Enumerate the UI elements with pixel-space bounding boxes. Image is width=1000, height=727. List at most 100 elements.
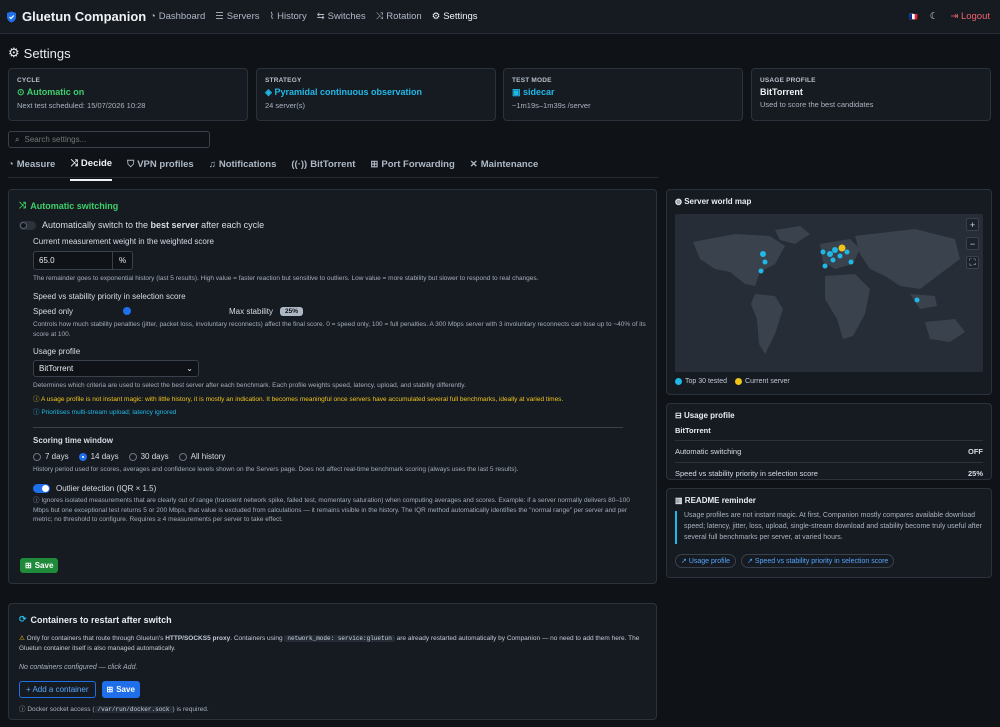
priority-slider-row: Speed only Max stability 25% bbox=[33, 306, 646, 316]
link-usage-profile[interactable]: ↗ Usage profile bbox=[675, 553, 737, 568]
summary-cycle: CYCLE ⊙ Automatic on Next test scheduled… bbox=[8, 68, 248, 121]
africa bbox=[825, 274, 870, 339]
usage-profile-select[interactable]: BitTorrent ⌄ bbox=[33, 360, 199, 378]
server-dot[interactable] bbox=[827, 251, 833, 257]
containers-save-button[interactable]: ⊞ Save bbox=[101, 680, 140, 698]
world-map-svg bbox=[693, 226, 965, 354]
gear-icon: ⚙ bbox=[8, 45, 20, 60]
language-flag-icon[interactable]: 🇫🇷 bbox=[909, 13, 918, 21]
warning-icon: ⓘ bbox=[33, 396, 40, 403]
legend-dot-top bbox=[675, 378, 682, 385]
brand[interactable]: Gluetun Companion bbox=[6, 9, 146, 24]
radio-all-history[interactable]: All history bbox=[178, 452, 225, 461]
info-icon: ⓘ bbox=[19, 705, 26, 713]
zoom-out-button[interactable]: − bbox=[966, 237, 979, 250]
server-dot[interactable] bbox=[762, 259, 768, 265]
server-dot[interactable] bbox=[844, 249, 850, 255]
current-server-dot[interactable] bbox=[838, 244, 846, 252]
world-map[interactable]: + − ⛶ bbox=[675, 214, 983, 372]
globe-icon: ◍ bbox=[675, 197, 682, 206]
bell-icon: ♫ bbox=[208, 159, 216, 170]
fullscreen-button[interactable]: ⛶ bbox=[966, 256, 979, 269]
nav-links: ◔ Dashboard ☰ Servers ⌇ History ⇆ Switches ⤨… bbox=[150, 11, 478, 22]
priority-slider[interactable] bbox=[93, 307, 221, 316]
australia bbox=[925, 319, 965, 342]
shuffle-icon: ⤨ bbox=[70, 158, 78, 169]
nav-servers[interactable]: ☰ Servers bbox=[215, 11, 259, 22]
zoom-in-button[interactable]: + bbox=[966, 218, 979, 231]
container-actions: + Add a container ⊞ Save bbox=[19, 680, 646, 698]
weight-input[interactable] bbox=[33, 251, 113, 270]
radio-7-days[interactable]: 7 days bbox=[33, 452, 69, 461]
divider bbox=[33, 427, 623, 428]
radio-14-days[interactable]: 14 days bbox=[78, 452, 119, 461]
server-dot[interactable] bbox=[848, 259, 854, 265]
server-dot[interactable] bbox=[760, 251, 766, 257]
slider-knob[interactable] bbox=[123, 307, 131, 316]
usage-profile-card: ⊟ Usage profile BitTorrent Automatic swi… bbox=[666, 403, 992, 480]
nav-rotation[interactable]: ⤨ Rotation bbox=[376, 11, 422, 22]
server-icon: ☰ bbox=[215, 11, 224, 22]
server-dot[interactable] bbox=[914, 297, 920, 303]
sliders-icon: ⊟ bbox=[675, 411, 682, 420]
signal-icon: ((·)) bbox=[291, 159, 308, 170]
asia bbox=[855, 229, 960, 289]
add-container-button[interactable]: + Add a container bbox=[19, 680, 96, 698]
link-speed-vs-stability[interactable]: ↗ Speed vs stability priority in selecti… bbox=[741, 553, 895, 568]
layers-icon: ◈ bbox=[265, 87, 272, 97]
server-map-card: ◍ Server world map + − ⛶ Top 30 tested C… bbox=[666, 189, 992, 395]
gear-icon: ⚙ bbox=[431, 11, 441, 22]
outlier-toggle[interactable] bbox=[33, 483, 50, 493]
network-icon: ⊞ bbox=[370, 159, 379, 170]
auto-switch-toggle[interactable] bbox=[19, 220, 36, 230]
auto-switch-row: Automatically switch to the best server … bbox=[19, 220, 646, 230]
search-box: ⌕ bbox=[8, 131, 210, 148]
north-america bbox=[693, 234, 785, 286]
map-legend: Top 30 tested Current server bbox=[675, 378, 983, 385]
refresh-icon: ⟳ bbox=[19, 614, 27, 624]
radio-30-days[interactable]: 30 days bbox=[128, 452, 169, 461]
nav-dashboard[interactable]: ◔ Dashboard bbox=[150, 11, 205, 22]
server-dot[interactable] bbox=[837, 253, 843, 259]
south-america bbox=[751, 294, 783, 354]
readme-card: ▥ README reminder Usage profiles are not… bbox=[666, 488, 992, 578]
save-icon: ⊞ bbox=[106, 684, 114, 694]
server-dot[interactable] bbox=[832, 247, 838, 253]
section-title: ⤨ Automatic switching bbox=[19, 200, 119, 211]
usage-row-auto: Automatic switching OFF bbox=[675, 440, 983, 462]
logout-button[interactable]: ⇥ Logout bbox=[950, 11, 990, 22]
summary-strategy: STRATEGY ◈ Pyramidal continuous observat… bbox=[256, 68, 496, 121]
indonesia bbox=[910, 294, 937, 309]
outlier-row: Outlier detection (IQR × 1.5) bbox=[33, 483, 646, 493]
nav-right: 🇫🇷 ☾ ⇥ Logout bbox=[909, 11, 990, 22]
cube-icon: ▣ bbox=[512, 87, 521, 97]
server-dot[interactable] bbox=[830, 257, 836, 263]
gauge-icon: ◔ bbox=[150, 11, 156, 22]
search-input[interactable] bbox=[24, 135, 195, 144]
nav-switches[interactable]: ⇆ Switches bbox=[317, 11, 366, 22]
server-dot[interactable] bbox=[758, 268, 764, 274]
top-navbar: Gluetun Companion ◔ Dashboard ☰ Servers ⌇ H… bbox=[0, 0, 1000, 34]
automatic-switching-panel: ⤨ Automatic switching Automatically switc… bbox=[8, 189, 657, 584]
readme-links: ↗ Usage profile ↗ Speed vs stability pri… bbox=[675, 553, 983, 568]
moon-icon[interactable]: ☾ bbox=[930, 11, 939, 22]
tab-divider bbox=[8, 177, 658, 178]
server-dot[interactable] bbox=[820, 249, 826, 255]
save-button[interactable]: ⊞ Save bbox=[20, 558, 59, 573]
search-icon: ⌕ bbox=[15, 134, 20, 144]
brand-name: Gluetun Companion bbox=[22, 9, 147, 24]
containers-panel: ⟳ Containers to restart after switch ⚠ On… bbox=[8, 603, 657, 720]
shuffle-icon: ⤨ bbox=[375, 11, 384, 22]
check-circle-icon: ⊙ bbox=[17, 87, 25, 97]
summary-usage-profile: USAGE PROFILE BitTorrent Used to score t… bbox=[751, 68, 991, 121]
page-title: ⚙ Settings bbox=[8, 45, 71, 61]
map-controls: + − ⛶ bbox=[966, 218, 979, 269]
nav-settings[interactable]: ⚙ Settings bbox=[432, 11, 478, 22]
chevron-down-icon: ⌄ bbox=[186, 364, 193, 374]
switch-icon: ⇆ bbox=[316, 11, 325, 22]
book-icon: ▥ bbox=[675, 496, 683, 505]
nav-history[interactable]: ⌇ History bbox=[270, 11, 307, 22]
server-dot[interactable] bbox=[822, 263, 828, 269]
warning-icon: ⚠ bbox=[19, 635, 25, 642]
greenland bbox=[775, 226, 810, 244]
